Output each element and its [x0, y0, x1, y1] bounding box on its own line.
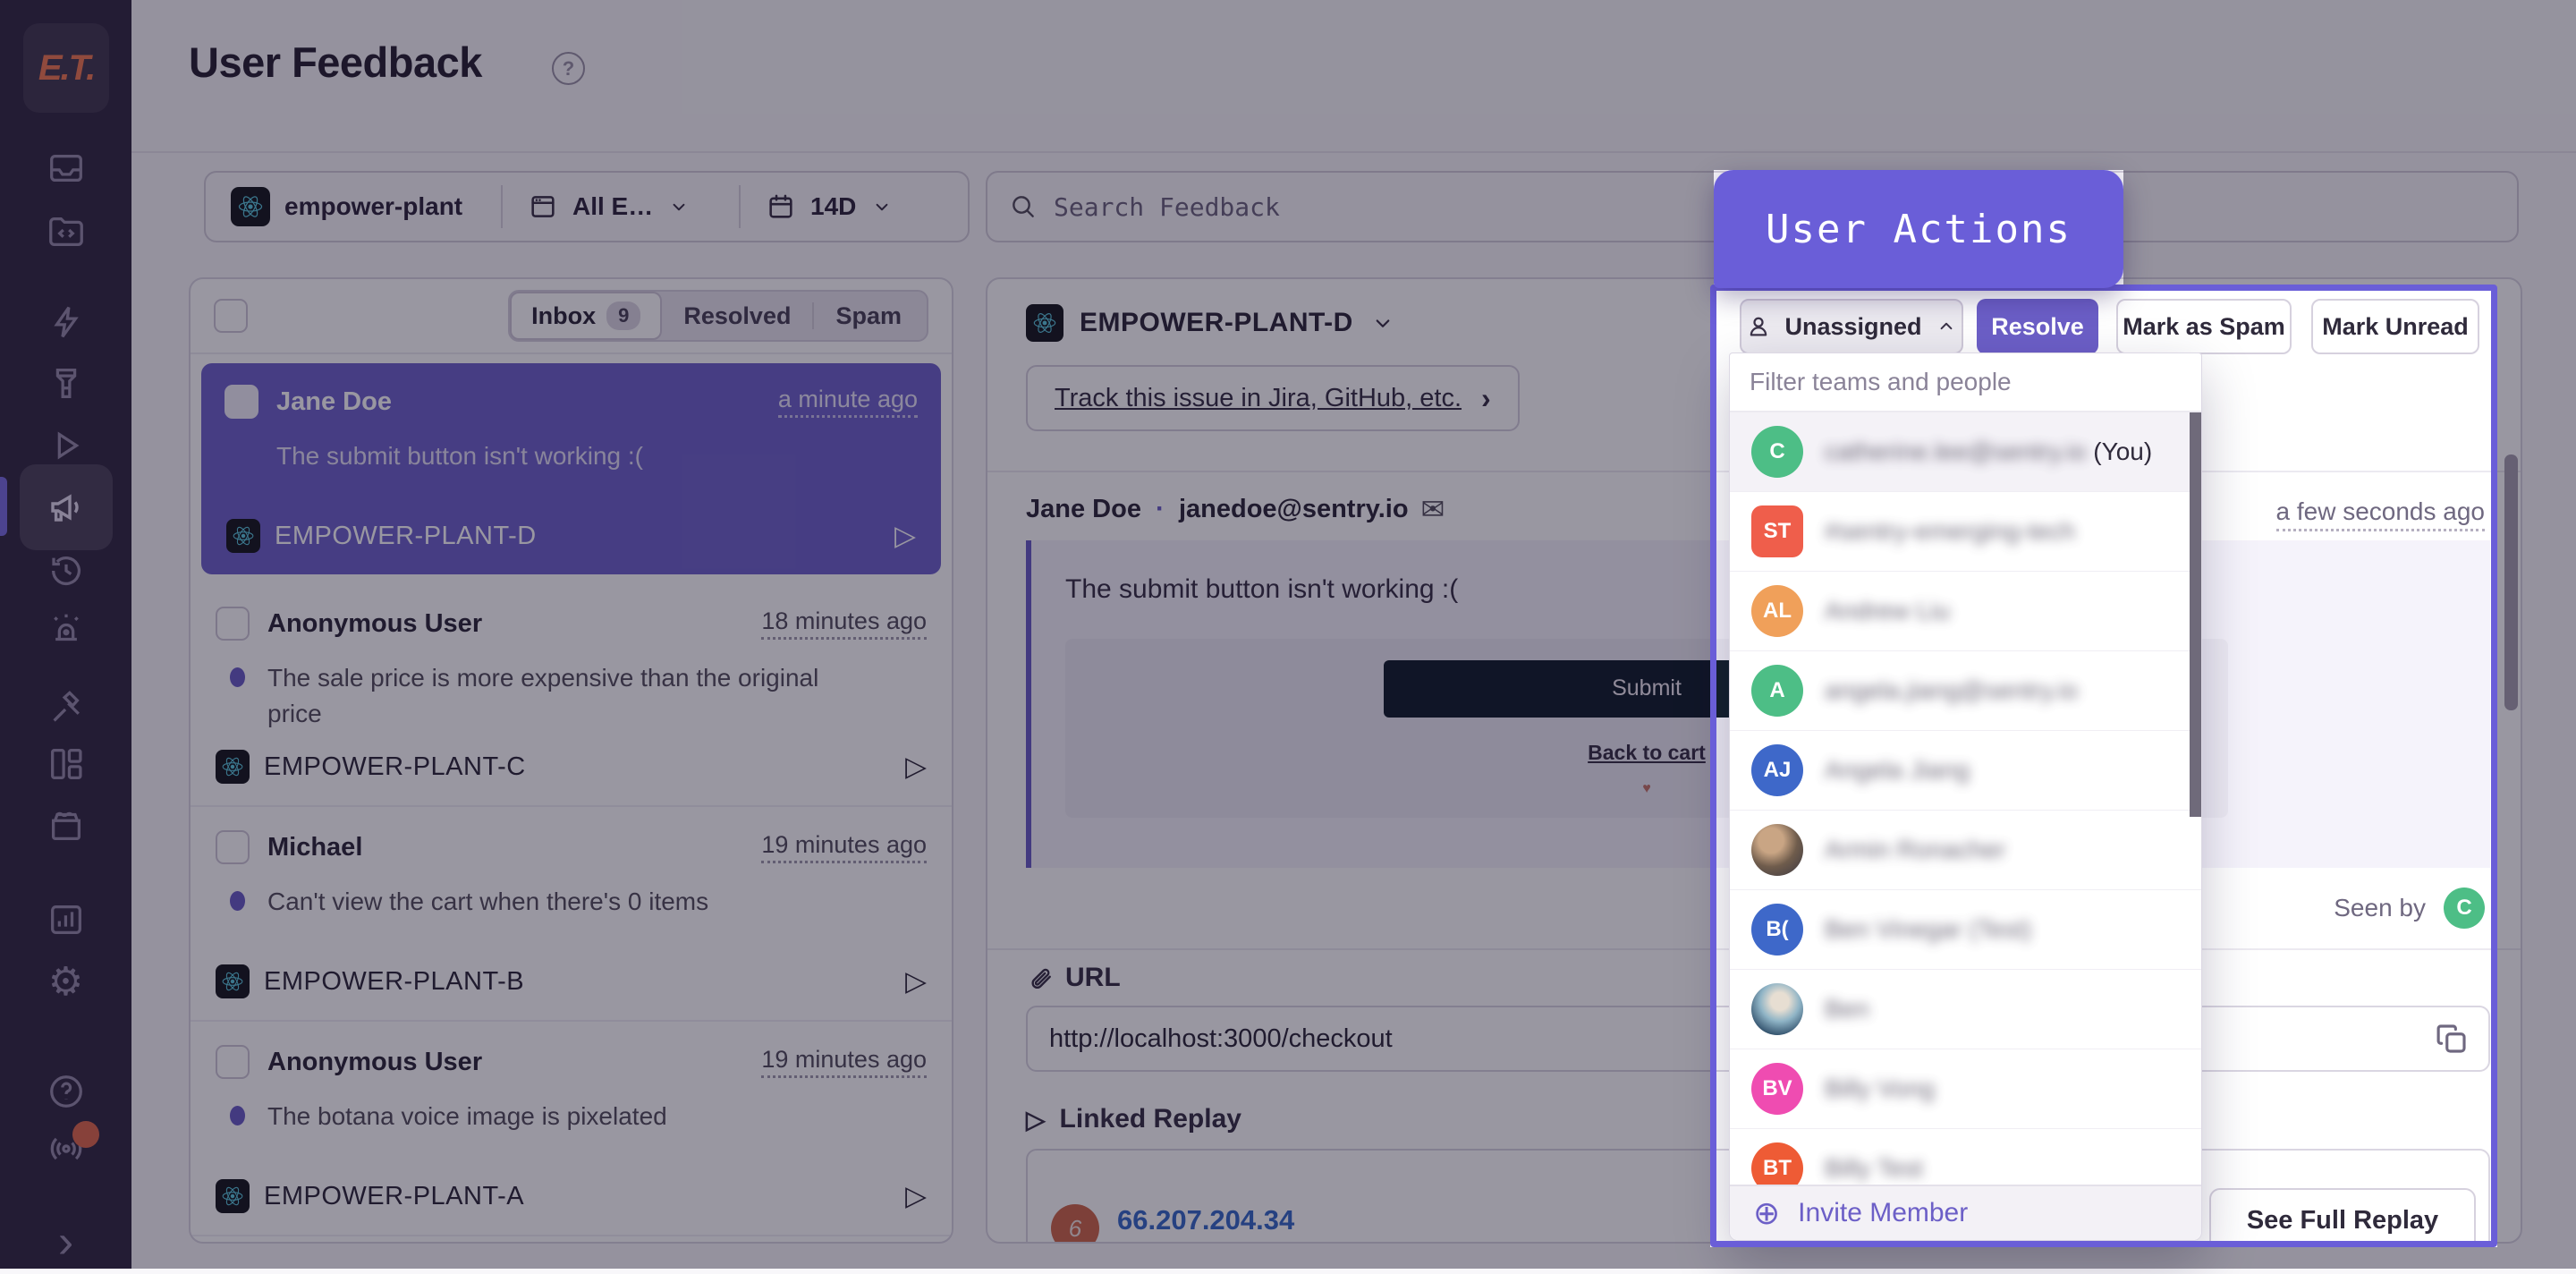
avatar: A	[1751, 665, 1803, 717]
assignee-option[interactable]: Ben	[1730, 970, 2201, 1049]
assignee-option[interactable]: BV Billy Vong	[1730, 1049, 2201, 1129]
avatar: BT	[1751, 1142, 1803, 1185]
avatar: AL	[1751, 585, 1803, 637]
dim-overlay	[2123, 170, 2576, 288]
assignee-dropdown-button[interactable]: Unassigned	[1740, 299, 1963, 354]
seen-by-row: Seen by C	[2334, 888, 2485, 929]
mark-as-spam-button[interactable]: Mark as Spam	[2116, 299, 2292, 354]
person-icon	[1745, 313, 1772, 340]
assignee-option[interactable]: Armin Ronacher	[1730, 811, 2201, 890]
seen-by-avatar[interactable]: C	[2444, 888, 2485, 929]
copy-button[interactable]	[2433, 1020, 2470, 1065]
avatar: C	[1751, 426, 1803, 478]
avatar-photo	[1751, 983, 1803, 1035]
assignee-option[interactable]: BT Billy Test	[1730, 1129, 2201, 1185]
assignee-option[interactable]: A angela.jiang@sentry.io	[1730, 651, 2201, 731]
avatar: AJ	[1751, 744, 1803, 796]
assignee-dropdown: C catherine.lee@sentry.io (You) ST #sent…	[1729, 352, 2202, 1241]
seen-by-label: Seen by	[2334, 894, 2426, 922]
avatar: BV	[1751, 1063, 1803, 1115]
avatar-photo	[1751, 824, 1803, 876]
assignee-option[interactable]: C catherine.lee@sentry.io (You)	[1730, 412, 2201, 492]
assignee-option[interactable]: AJ Angela Jiang	[1730, 731, 2201, 811]
assignee-list: C catherine.lee@sentry.io (You) ST #sent…	[1730, 412, 2201, 1185]
dim-overlay	[0, 0, 2576, 170]
chevron-up-icon	[1935, 315, 1958, 338]
assignee-option[interactable]: B( Ben Vinegar (Test)	[1730, 890, 2201, 970]
assignee-filter	[1730, 353, 2201, 412]
resolve-button[interactable]: Resolve	[1977, 299, 2098, 354]
see-full-replay-button[interactable]: See Full Replay	[2209, 1188, 2476, 1244]
dim-overlay	[2497, 288, 2576, 1247]
avatar: B(	[1751, 904, 1803, 956]
user-actions-callout: User Actions	[1714, 170, 2123, 288]
dim-overlay	[0, 1247, 2576, 1269]
plus-circle-icon: ⊕	[1753, 1194, 1780, 1232]
assignee-option[interactable]: AL Andrew Liu	[1730, 572, 2201, 651]
assignee-filter-input[interactable]	[1750, 368, 2182, 396]
assignee-option[interactable]: ST #sentry-emerging-tech	[1730, 492, 2201, 572]
feedback-timestamp: a few seconds ago	[2276, 497, 2486, 531]
dim-overlay	[0, 170, 1714, 288]
mark-unread-button[interactable]: Mark Unread	[2311, 299, 2479, 354]
dropdown-scrollbar[interactable]	[2190, 412, 2201, 817]
dim-overlay	[0, 288, 1710, 1247]
team-avatar: ST	[1751, 505, 1803, 557]
invite-member-button[interactable]: ⊕ Invite Member	[1730, 1185, 2201, 1240]
copy-icon	[2433, 1020, 2470, 1057]
